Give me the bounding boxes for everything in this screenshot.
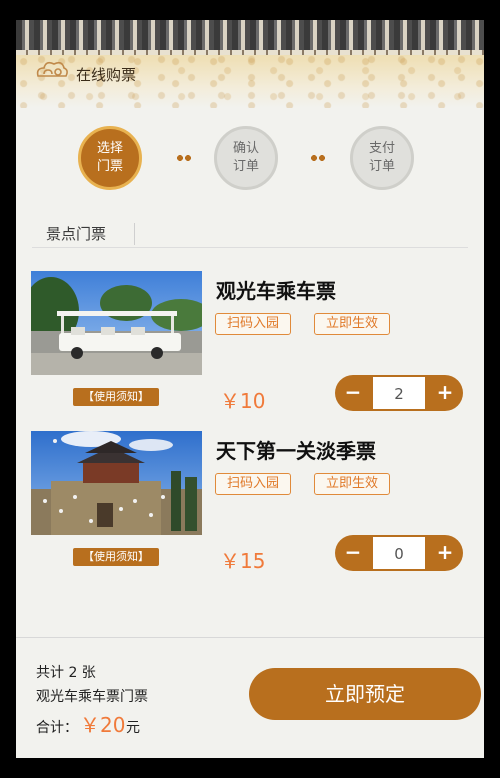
- step-label-line2: 订单: [232, 159, 259, 174]
- tag-immediate-effect: 立即生效: [314, 473, 391, 495]
- ticket-name: 天下第一关淡季票: [216, 439, 376, 463]
- step-connector: [176, 155, 192, 161]
- cloud-logo-icon: [36, 61, 68, 77]
- decrease-button[interactable]: −: [335, 375, 371, 411]
- tag-immediate-effect: 立即生效: [314, 313, 391, 335]
- total-label: 合计：: [36, 720, 78, 736]
- header: 在线购票: [16, 20, 484, 108]
- step-pay-order: 支付 订单: [350, 126, 414, 190]
- sightseeing-cart-image: [31, 271, 202, 375]
- quantity-stepper: − 2 +: [335, 375, 463, 411]
- total-unit: 元: [126, 720, 140, 736]
- quantity-value[interactable]: 0: [373, 537, 425, 569]
- app-screen: 在线购票 选择 门票 确认 订单 支付 订单 景点门票 【使用须知】 观光车乘车…: [16, 20, 484, 758]
- ticket-count: 共计 2 张: [36, 665, 96, 681]
- total-value: ￥20: [80, 713, 126, 737]
- great-wall-gate-image: [31, 431, 202, 535]
- footer-divider: [16, 637, 484, 638]
- decrease-button[interactable]: −: [335, 535, 371, 571]
- step-confirm-order: 确认 订单: [214, 126, 278, 190]
- tag-scan-entry: 扫码入园: [215, 313, 292, 335]
- step-label-line1: 支付: [368, 141, 395, 156]
- usage-notice-button[interactable]: 【使用须知】: [73, 548, 159, 566]
- section-underline: [32, 247, 468, 248]
- step-label-line1: 选择: [96, 141, 123, 156]
- tag-scan-entry: 扫码入园: [215, 473, 292, 495]
- step-select-ticket: 选择 门票: [78, 126, 142, 190]
- ticket-item: 【使用须知】 观光车乘车票 扫码入园 立即生效 ￥10 − 2 +: [16, 271, 484, 421]
- ticket-price: ￥15: [220, 549, 266, 573]
- increase-button[interactable]: +: [427, 375, 463, 411]
- page-title: 在线购票: [76, 66, 137, 84]
- ticket-price: ￥10: [220, 389, 266, 413]
- book-now-button[interactable]: 立即预定: [249, 668, 481, 720]
- step-connector: [310, 155, 326, 161]
- quantity-value[interactable]: 2: [373, 377, 425, 409]
- usage-notice-button[interactable]: 【使用须知】: [73, 388, 159, 406]
- section-label: 景点门票: [46, 225, 107, 243]
- ticket-name: 观光车乘车票: [216, 279, 336, 303]
- step-label-line2: 门票: [96, 159, 123, 174]
- quantity-stepper: − 0 +: [335, 535, 463, 571]
- order-item-name: 观光车乘车票门票: [36, 689, 148, 705]
- step-label-line1: 确认: [232, 141, 259, 156]
- roof-decoration: [16, 20, 484, 53]
- ticket-item: 【使用须知】 天下第一关淡季票 扫码入园 立即生效 ￥15 − 0 +: [16, 431, 484, 581]
- increase-button[interactable]: +: [427, 535, 463, 571]
- section-divider: [134, 223, 135, 245]
- step-label-line2: 订单: [368, 159, 395, 174]
